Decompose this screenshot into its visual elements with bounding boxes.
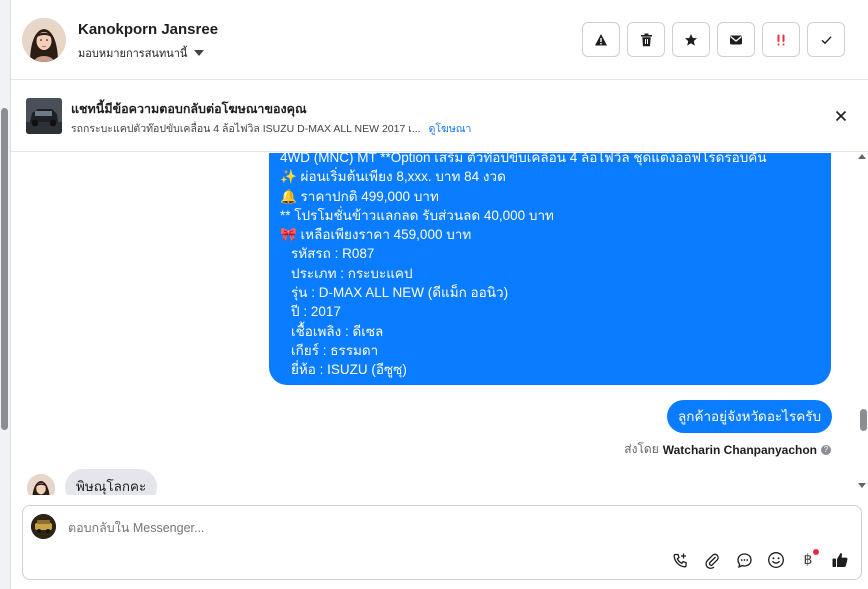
check-icon [821,35,832,44]
star-button[interactable] [672,22,710,57]
sent-by-label: ส่งโดย Watcharin Chanpanyachon ? [624,440,831,459]
notification-dot [813,549,819,555]
chat-scroll-down-arrow[interactable] [858,483,866,488]
outgoing-message[interactable]: ลูกค้าอยู่จังหวัดอะไรครับ [667,400,833,433]
ad-reply-banner: แชทนี้มีข้อความตอบกลับต่อโฆษณาของคุณ รถก… [11,80,868,152]
message-list[interactable]: 4WD (MNC) MT **Option เสริม ตัวท๊อปขับเค… [11,153,868,495]
outgoing-message[interactable]: 4WD (MNC) MT **Option เสริม ตัวท๊อปขับเค… [269,153,831,385]
message-line: ✨ ผ่อนเริ่มต้นเพียง 8,xxx. บาท 84 งวด [280,169,506,185]
conversation-header: Kanokporn Jansree มอบหมายการสนทนานี้ [11,0,868,80]
sender-name[interactable]: Watcharin Chanpanyachon [663,443,817,457]
delete-button[interactable] [627,22,665,57]
trash-icon [640,33,652,46]
message-line: 4WD (MNC) MT **Option เสริม ตัวท๊อปขับเค… [280,153,767,165]
contact-avatar-small[interactable] [27,474,55,495]
message-line: เกียร์ : ธรรมดา [291,342,379,358]
warning-icon [595,33,607,45]
message-line: ** โปรโมชั่นข้าวแลกลด รับส่วนลด 40,000 บ… [280,207,554,223]
message-line: เชื้อเพลิง : ดีเซล [291,323,384,339]
chat-scrollbar-thumb[interactable] [860,409,867,431]
exclamation-icon [777,34,785,45]
envelope-icon [730,35,742,44]
contact-avatar[interactable] [22,18,66,62]
mark-unread-button[interactable] [717,22,755,57]
message-line: รุ่น : D-MAX ALL NEW (ดีแม็ก ออนิว) [291,285,509,301]
thumbs-up-icon[interactable] [829,549,851,571]
ad-description: รถกระบะแคปตัวท๊อปขับเคลื่อน 4 ล้อไฟวิล I… [71,123,421,135]
incoming-message[interactable]: พิษณุโลกคะ [65,469,158,495]
composer-tools: ฿ [669,549,851,571]
sent-by-prefix: ส่งโดย [624,442,659,456]
assign-conversation-dropdown[interactable]: มอบหมายการสนทนานี้ [78,44,205,62]
contact-name[interactable]: Kanokporn Jansree [78,21,218,38]
ad-thumbnail[interactable] [26,98,62,134]
question-icon[interactable]: ? [821,444,831,455]
message-line: รหัสรถ : R087 [291,246,375,262]
message-line: 🎀 เหลือเพียงราคา 459,000 บาท [280,227,472,243]
star-icon [685,33,697,46]
page-scrollbar[interactable] [0,0,10,589]
close-icon [835,110,847,122]
message-line: ประเภท : กระบะแคป [291,265,413,281]
view-ad-link[interactable]: ดูโฆษณา [429,123,472,135]
message-line: 🔔 ราคาปกติ 499,000 บาท [280,188,439,204]
page-scrollbar-thumb[interactable] [1,108,8,430]
ad-banner-subtitle: รถกระบะแคปตัวท๊อปขับเคลื่อน 4 ล้อไฟวิล I… [71,120,471,137]
follow-up-button[interactable] [762,22,800,57]
reply-composer: ฿ [22,505,862,580]
ad-banner-title: แชทนี้มีข้อความตอบกลับต่อโฆษณาของคุณ [71,102,307,116]
page-avatar [31,514,56,539]
report-button[interactable] [582,22,620,57]
chevron-down-icon [194,50,205,56]
header-actions [582,22,845,57]
chat-scroll-up-arrow[interactable] [858,154,866,159]
done-button[interactable] [807,22,845,57]
close-banner-button[interactable] [831,106,851,126]
message-line: ปี : 2017 [291,304,341,320]
call-add-icon[interactable] [669,549,691,571]
conversation-panel: Kanokporn Jansree มอบหมายการสนทนานี้ แชท… [10,0,868,589]
reply-input[interactable] [68,521,668,535]
emoji-icon[interactable] [765,549,787,571]
message-line: ยี่ห้อ : ISUZU (อีซูซุ) [291,362,407,378]
attachment-icon[interactable] [701,549,723,571]
assign-label: มอบหมายการสนทนานี้ [78,48,188,60]
chat-bubble-icon[interactable] [733,549,755,571]
baht-icon[interactable]: ฿ [797,549,819,571]
